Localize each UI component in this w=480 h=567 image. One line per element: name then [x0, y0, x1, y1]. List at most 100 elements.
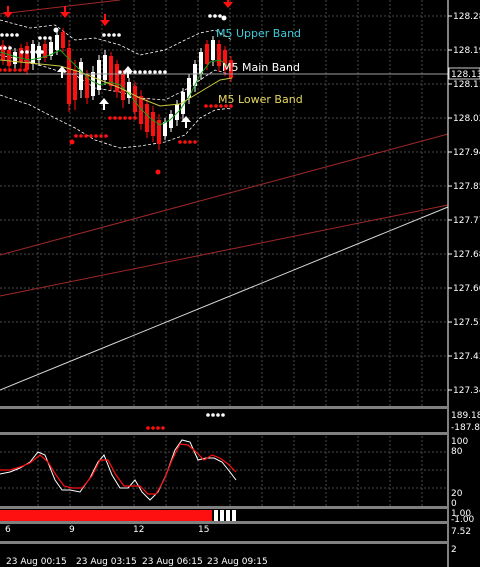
subwindow1[interactable]: 189.18 -187.87: [146, 411, 480, 433]
resistance-dot: [3, 46, 7, 50]
price-label: 127.51: [453, 318, 480, 328]
support-dot: [209, 104, 213, 108]
support-dot: [23, 68, 27, 72]
price-label: 128.02: [453, 114, 480, 124]
support-dot: [188, 140, 192, 144]
resistance-dot: [138, 70, 142, 74]
time-label-1: 23 Aug 03:15: [76, 557, 137, 567]
candle-body: [145, 104, 149, 132]
lower-band-label: M5 Lower Band: [218, 93, 303, 106]
support-dot: [84, 134, 88, 138]
resistance-dot: [112, 33, 116, 37]
resistance-dot: [10, 33, 14, 37]
subwindow3-min-label: -1.00: [451, 515, 475, 525]
resistance-dot: [133, 70, 137, 74]
tick-label-15: 15: [198, 525, 209, 535]
support-dot: [123, 116, 127, 120]
support-dot: [79, 134, 83, 138]
resistance-dot: [107, 33, 111, 37]
resistance-dot: [102, 33, 106, 37]
trading-chart[interactable]: M5 Upper Band M5 Main Band M5 Lower Band…: [0, 0, 480, 567]
candle-body: [163, 122, 167, 136]
support-dot: [204, 104, 208, 108]
candle-body: [103, 55, 107, 80]
subwindow1-min-label: -187.87: [451, 423, 480, 433]
resistance-dot: [40, 50, 44, 54]
candle-body: [25, 46, 29, 70]
support-dot: [128, 116, 132, 120]
candle-body: [97, 60, 101, 90]
subwindow4-bottom-label: 2: [451, 545, 457, 555]
candle-body: [19, 48, 23, 62]
time-label-0: 23 Aug 00:15: [6, 557, 67, 567]
support-dot: [99, 134, 103, 138]
current-price-label: 128.13: [451, 70, 480, 80]
subwindow2-100-label: 100: [451, 437, 468, 447]
trendline-white[interactable]: [0, 206, 449, 391]
signal-dot: [69, 139, 75, 145]
price-label: 127.60: [453, 284, 480, 294]
support-dot: [18, 68, 22, 72]
resistance-dot: [143, 70, 147, 74]
resistance-dot: [117, 33, 121, 37]
candle-body: [199, 52, 203, 74]
support-dot: [108, 116, 112, 120]
support-dot: [13, 68, 17, 72]
tick-label-9: 9: [69, 525, 75, 535]
candle-body: [55, 35, 59, 50]
candle-body: [217, 44, 221, 66]
subwindow2-80-label: 80: [451, 447, 463, 457]
subwindow4[interactable]: 7.52 2: [451, 527, 471, 555]
resistance-dot: [118, 70, 122, 74]
support-dot: [118, 116, 122, 120]
support-dot: [104, 134, 108, 138]
trendline-red-top[interactable]: [0, 0, 121, 15]
support-dot: [94, 134, 98, 138]
upper-band-label: M5 Upper Band: [216, 27, 301, 40]
resistance-dot: [0, 33, 4, 37]
support-dot: [193, 140, 197, 144]
trendline-red-lower[interactable]: [0, 204, 449, 297]
price-label: 127.85: [453, 182, 480, 192]
candle-body: [67, 48, 71, 104]
candle-body: [169, 114, 173, 128]
subwindow4-bottom: [0, 541, 448, 544]
resistance-dot: [48, 36, 52, 40]
support-dot: [183, 140, 187, 144]
support-dot: [0, 68, 2, 72]
price-label: 127.77: [453, 216, 480, 226]
support-dot: [89, 134, 93, 138]
tick-label-6: 6: [5, 525, 11, 535]
subwindow2-20-label: 20: [451, 489, 463, 499]
candle-body: [79, 62, 83, 90]
subwindow1-dots-white: [206, 413, 225, 417]
support-dot: [178, 140, 182, 144]
time-label-3: 23 Aug 09:15: [207, 557, 268, 567]
candle-body: [109, 56, 113, 86]
time-label-2: 23 Aug 06:15: [142, 557, 203, 567]
lower-band-line: [0, 94, 233, 149]
support-dot: [8, 68, 12, 72]
candle-body: [61, 32, 65, 48]
resistance-dot: [218, 14, 222, 18]
subwindow3-white-bars: [214, 510, 236, 521]
price-label: 127.68: [453, 250, 480, 260]
subwindow2-bottom: [0, 506, 448, 509]
buy-arrow-icon: [99, 98, 109, 110]
time-axis[interactable]: 23 Aug 00:15 23 Aug 03:15 23 Aug 06:15 2…: [6, 557, 268, 567]
resistance-dot: [5, 33, 9, 37]
candle-body: [31, 44, 35, 64]
candle-body: [205, 44, 209, 64]
candle-body: [211, 40, 215, 60]
support-dot: [113, 116, 117, 120]
subwindow1-bottom: [0, 432, 448, 435]
subwindow3-bottom: [0, 521, 448, 524]
main-band-label: M5 Main Band: [222, 61, 300, 74]
support-dot: [74, 134, 78, 138]
resistance-dot: [153, 70, 157, 74]
signal-dot: [155, 169, 161, 175]
price-label: 127.94: [453, 148, 480, 158]
resistance-dot: [30, 50, 34, 54]
candle-body: [13, 52, 17, 64]
support-dot: [3, 68, 7, 72]
